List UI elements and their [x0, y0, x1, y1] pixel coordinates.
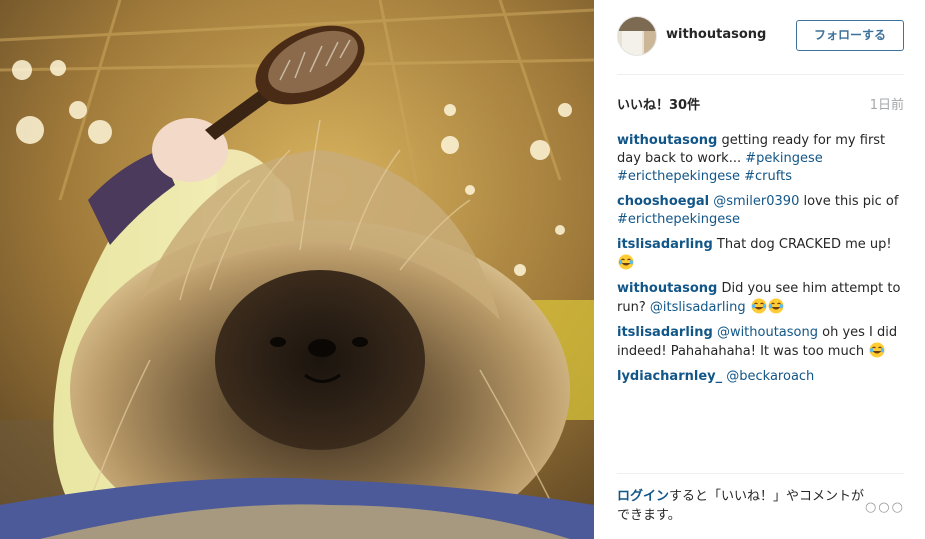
hashtag-link[interactable]: #pekingese	[745, 151, 823, 166]
follow-button[interactable]: フォローする	[796, 20, 904, 51]
divider	[617, 473, 904, 474]
joy-emoji-icon	[869, 342, 885, 358]
comment-text: That dog CRACKED me up!	[712, 237, 892, 252]
comment-username[interactable]: itslisadarling	[617, 237, 713, 252]
comment-item: withoutasong getting ready for my first …	[617, 132, 907, 186]
mention-link[interactable]: @withoutasong	[717, 325, 818, 340]
comment-item: withoutasong Did you see him attempt to …	[617, 280, 907, 317]
comment-item: chooshoegal @smiler0390 love this pic of…	[617, 193, 907, 229]
comment-username[interactable]: lydiacharnley_	[617, 369, 722, 384]
comment-item: lydiacharnley_ @beckaroach	[617, 368, 907, 386]
login-link[interactable]: ログイン	[617, 489, 669, 504]
post-photo[interactable]	[0, 0, 594, 539]
joy-emoji-icon	[751, 298, 767, 314]
comment-username[interactable]: chooshoegal	[617, 194, 709, 209]
comment-text	[746, 300, 750, 315]
joy-emoji-icon	[768, 298, 784, 314]
login-prompt: ログインすると「いいね！」やコメントができます。	[617, 487, 865, 525]
comment-item: itslisadarling @withoutasong oh yes I di…	[617, 324, 907, 361]
comment-text: love this pic of	[799, 194, 899, 209]
mention-link[interactable]: @beckaroach	[726, 369, 814, 384]
more-options-button[interactable]: ○○○	[865, 500, 905, 515]
post-header: withoutasong フォローする	[617, 16, 904, 56]
hashtag-link[interactable]: #ericthepekingese	[617, 212, 740, 227]
pekingese-grooming-photo	[0, 0, 594, 539]
joy-emoji-icon	[618, 254, 634, 270]
comment-username[interactable]: withoutasong	[617, 133, 717, 148]
comment-username[interactable]: withoutasong	[617, 281, 717, 296]
post-username[interactable]: withoutasong	[666, 27, 766, 42]
instagram-post: withoutasong フォローする いいね！30件 1日前 withouta…	[0, 0, 925, 539]
divider	[617, 74, 904, 75]
mention-link[interactable]: @itslisadarling	[650, 300, 746, 315]
post-timestamp[interactable]: 1日前	[870, 94, 904, 113]
post-side-panel: withoutasong フォローする いいね！30件 1日前 withouta…	[594, 0, 925, 539]
avatar-image	[618, 17, 656, 55]
comment-list: withoutasong getting ready for my first …	[617, 132, 907, 393]
mention-link[interactable]: @smiler0390	[713, 194, 799, 209]
comment-username[interactable]: itslisadarling	[617, 325, 713, 340]
hashtag-link[interactable]: #crufts	[744, 169, 792, 184]
likes-count[interactable]: いいね！30件	[617, 94, 700, 113]
comment-item: itslisadarling That dog CRACKED me up!	[617, 236, 907, 273]
avatar[interactable]	[617, 16, 657, 56]
hashtag-link[interactable]: #ericthepekingese	[617, 169, 740, 184]
